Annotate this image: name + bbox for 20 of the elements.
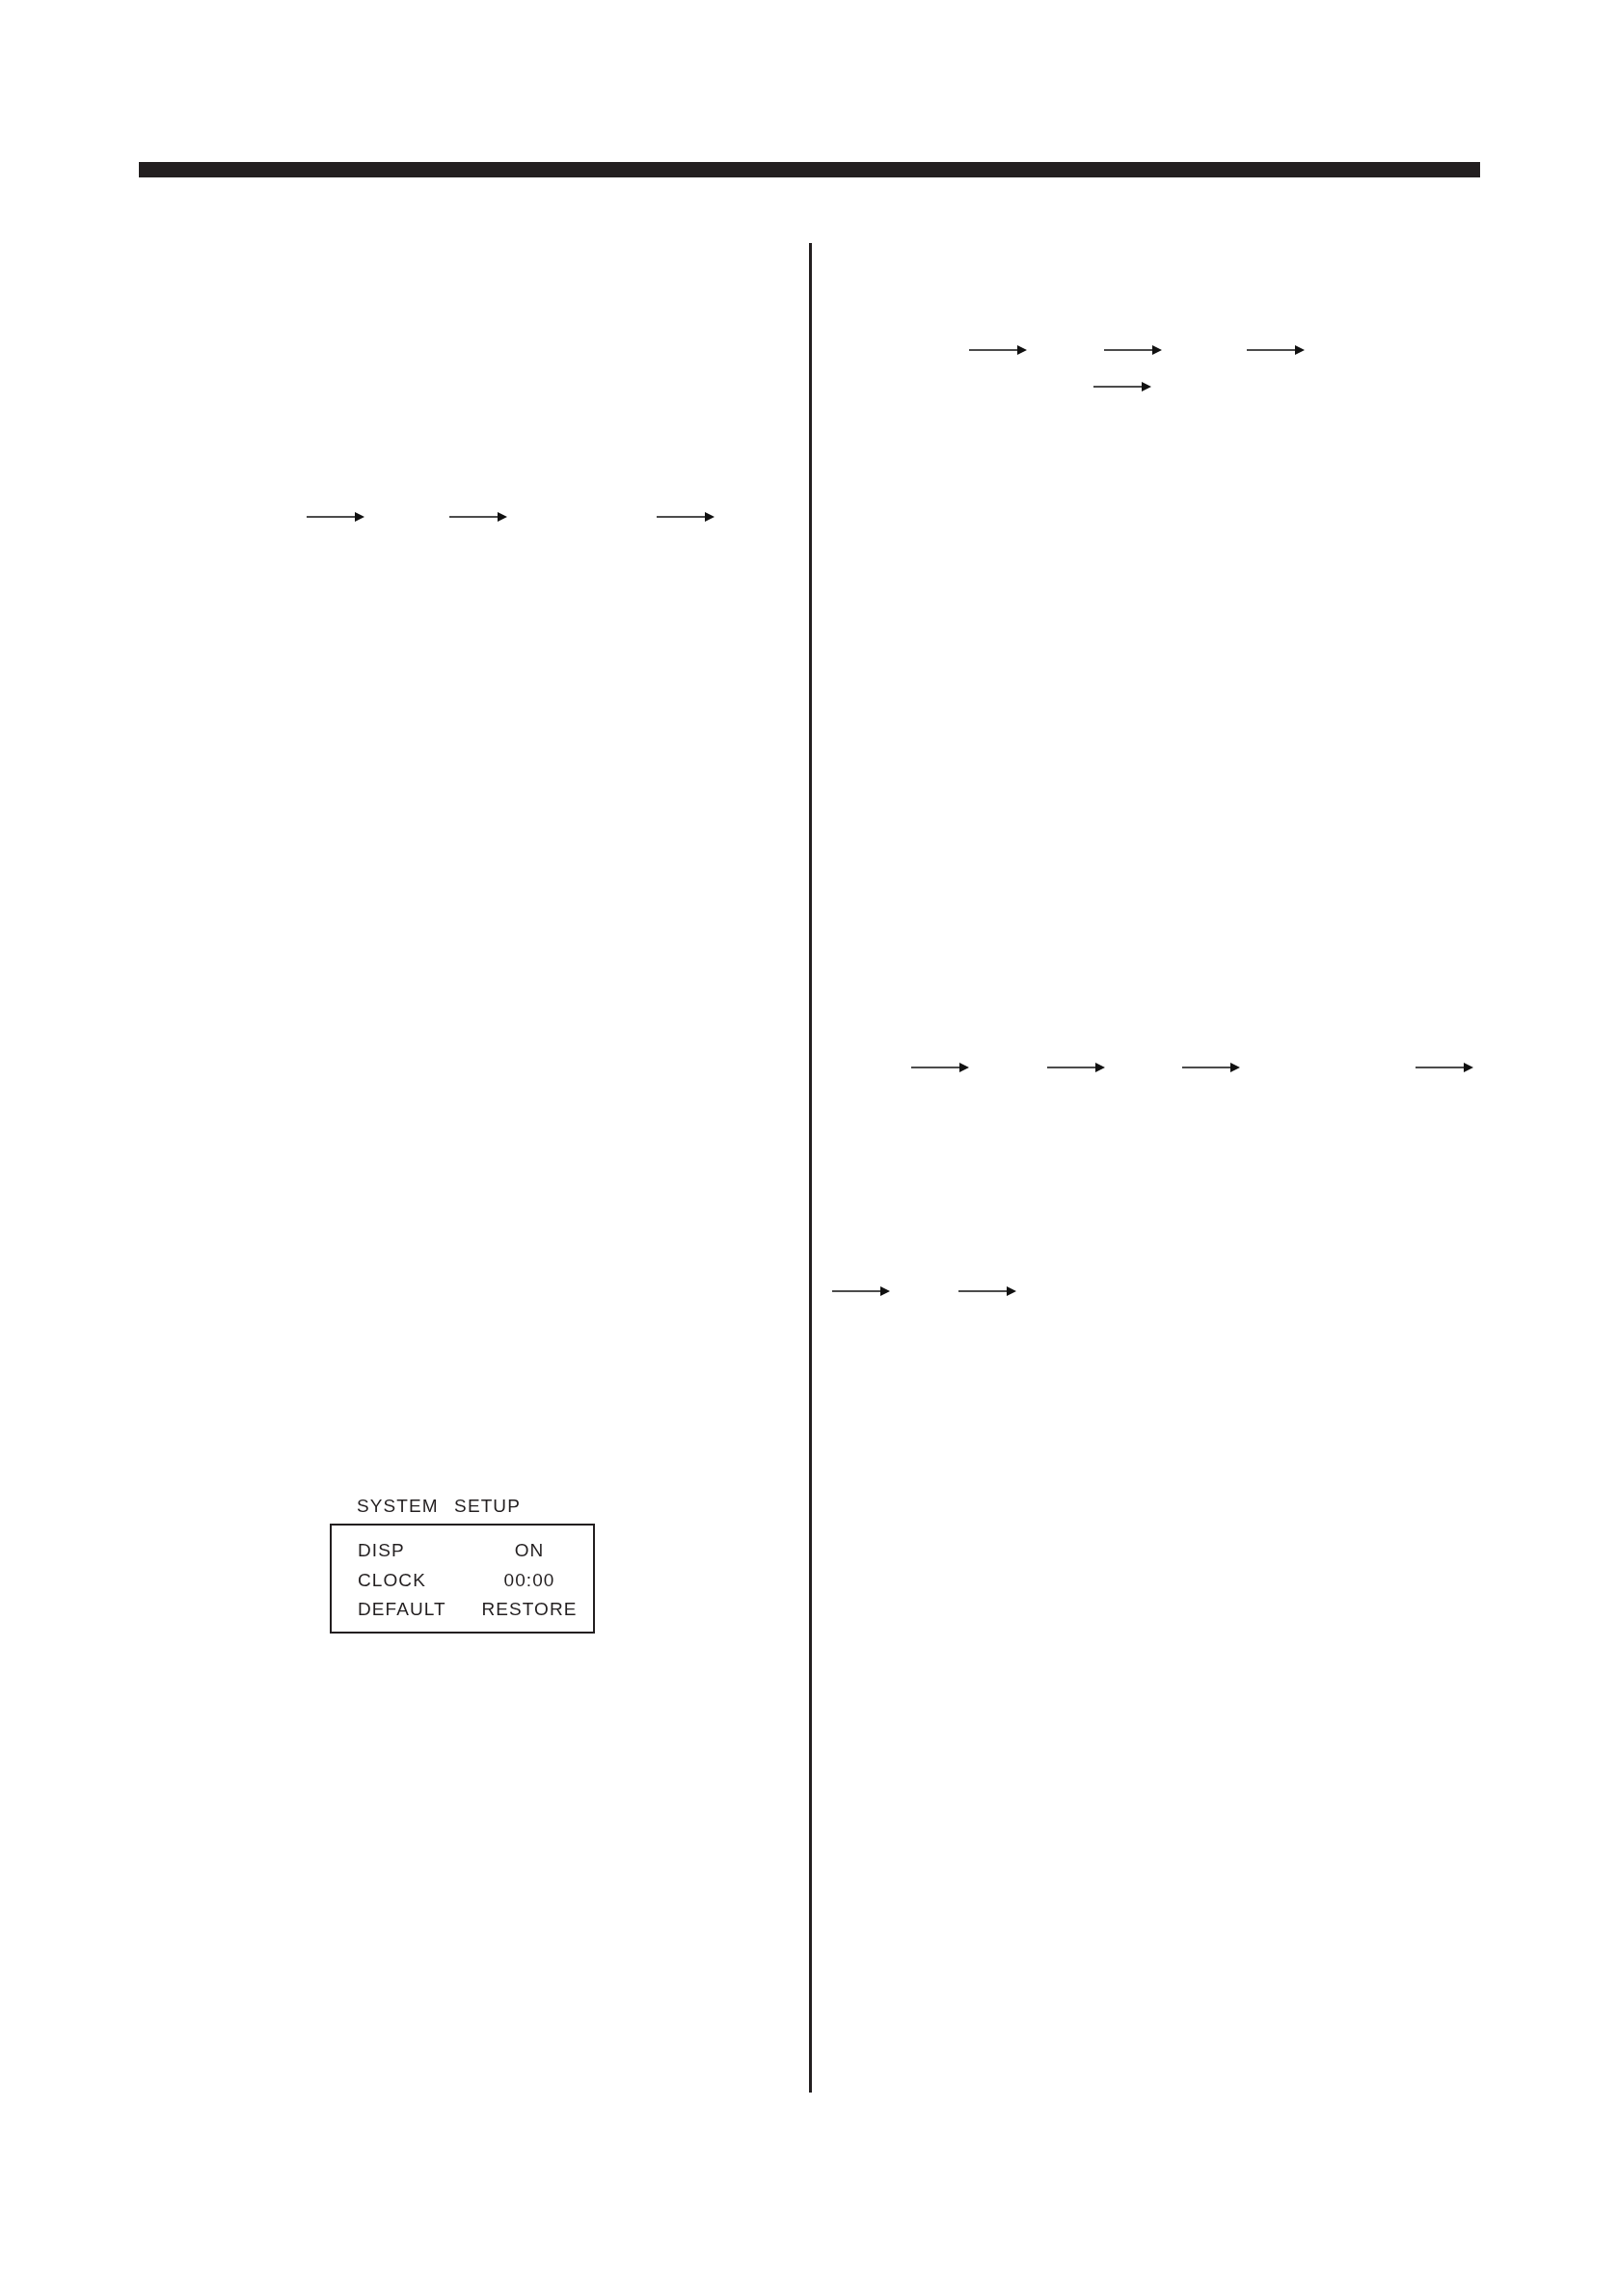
menu-label: CLOCK xyxy=(358,1568,426,1592)
arrow-icon xyxy=(1104,345,1162,355)
arrow-icon xyxy=(1416,1063,1473,1072)
menu-value: ON xyxy=(514,1539,545,1562)
menu-value: 00:00 xyxy=(503,1568,555,1592)
arrow-icon xyxy=(832,1286,890,1296)
arrow-icon xyxy=(449,512,507,522)
arrow-icon xyxy=(969,345,1027,355)
arrow-icon xyxy=(657,512,715,522)
arrow-icon xyxy=(958,1286,1016,1296)
arrow-icon xyxy=(307,512,364,522)
menu-value: RESTORE xyxy=(481,1598,578,1621)
arrow-icon xyxy=(1093,382,1151,392)
arrow-icon xyxy=(1047,1063,1105,1072)
menu-label: DEFAULT xyxy=(358,1598,446,1621)
arrow-icon xyxy=(1247,345,1305,355)
arrow-icon xyxy=(1182,1063,1240,1072)
menu-title: SYSTEM SETUP xyxy=(357,1495,521,1518)
menu-label: DISP xyxy=(358,1539,405,1562)
arrow-icon xyxy=(911,1063,969,1072)
